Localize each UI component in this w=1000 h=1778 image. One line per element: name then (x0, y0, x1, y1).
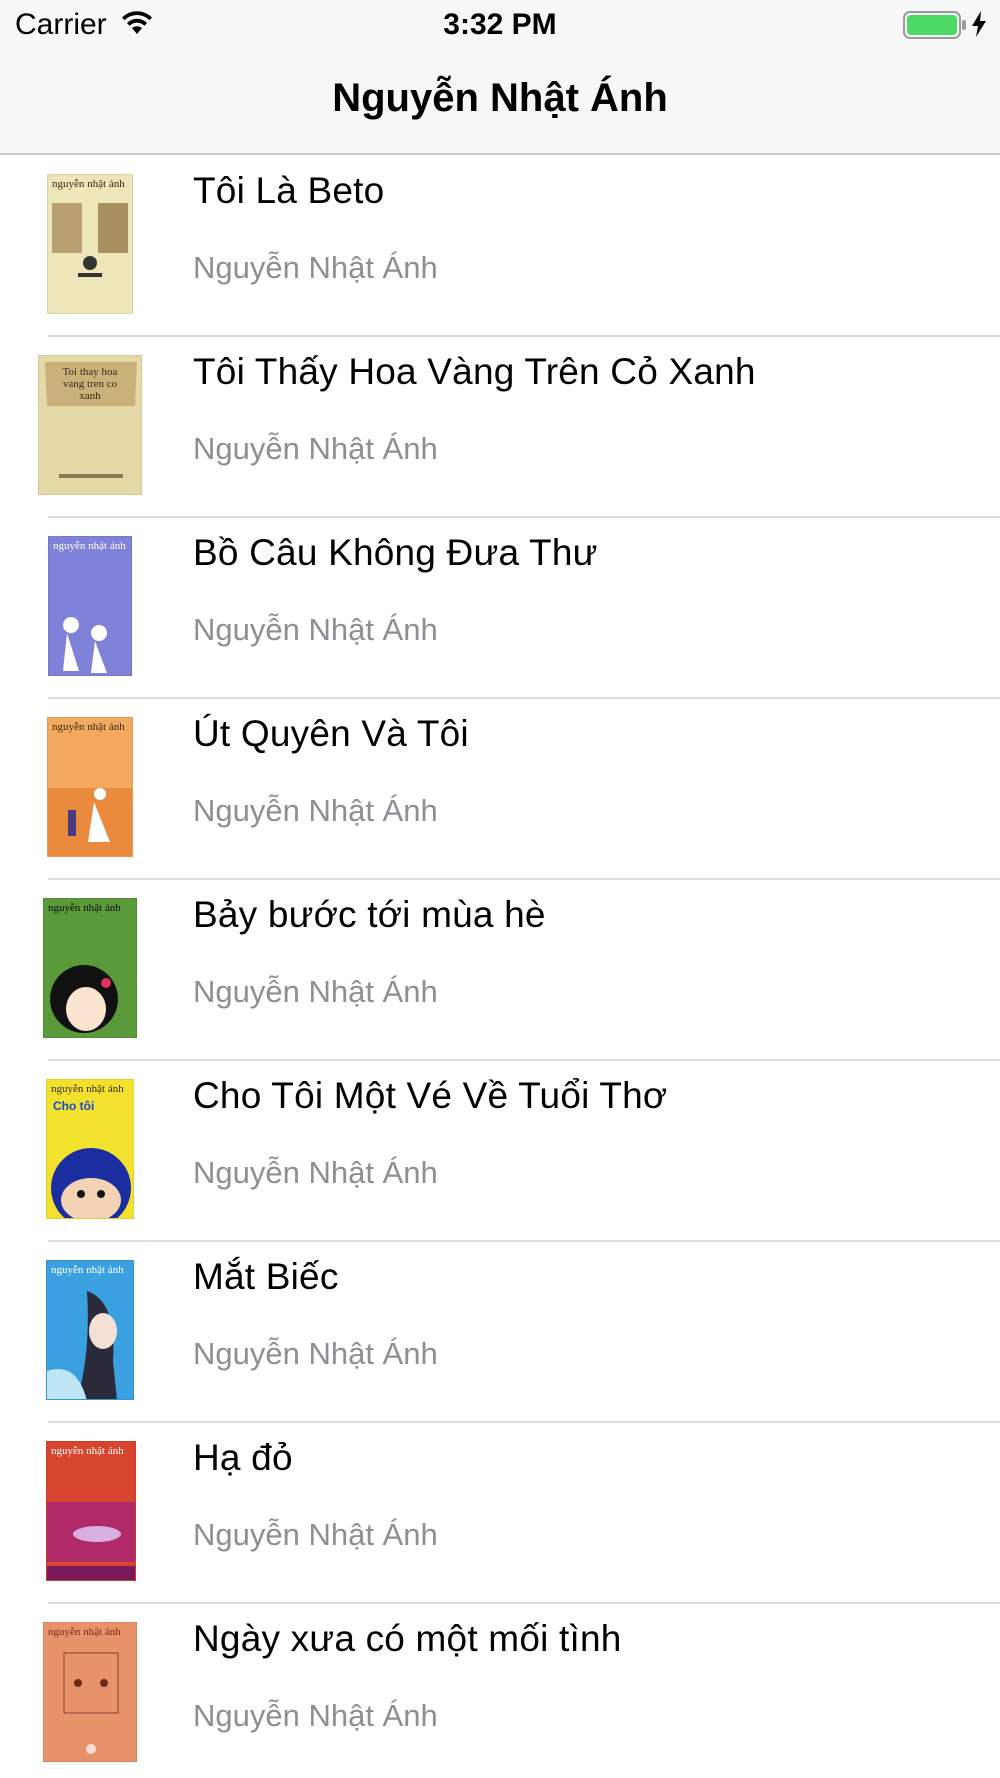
status-bar: Carrier 3:32 PM (0, 0, 1000, 50)
book-title: Bồ Câu Không Đưa Thư (193, 532, 598, 573)
book-author: Nguyễn Nhật Ánh (193, 250, 438, 285)
book-row[interactable]: nguyễn nhật ánh Tôi Là Beto Nguyễn Nhật … (0, 156, 1000, 337)
page-title: Nguyễn Nhật Ánh (332, 76, 668, 120)
cover-caption: nguyễn nhật ánh (51, 1445, 124, 1457)
book-author: Nguyễn Nhật Ánh (193, 793, 438, 828)
book-cover-image: nguyễn nhật ánh (48, 536, 132, 676)
book-list[interactable]: nguyễn nhật ánh Tôi Là Beto Nguyễn Nhật … (0, 156, 1000, 1778)
navigation-bar: Nguyễn Nhật Ánh (0, 50, 1000, 155)
book-cover-image: nguyễn nhật ánh (46, 1441, 136, 1581)
book-title: Út Quyên Và Tôi (193, 713, 469, 754)
book-title: Bảy bước tới mùa hè (193, 894, 546, 935)
book-row[interactable]: Toi thay hoa vang tren co xanh Tôi Thấy … (0, 337, 1000, 518)
book-row[interactable]: nguyễn nhật ánh Út Quyên Và Tôi Nguyễn N… (0, 699, 1000, 880)
book-cover-image: nguyễn nhật ánh (47, 174, 133, 314)
book-author: Nguyễn Nhật Ánh (193, 1155, 438, 1190)
book-row[interactable]: nguyễn nhật ánh Mắt Biếc Nguyễn Nhật Ánh (0, 1242, 1000, 1423)
book-title: Hạ đỏ (193, 1437, 293, 1478)
book-row[interactable]: nguyễn nhật ánh Hạ đỏ Nguyễn Nhật Ánh (0, 1423, 1000, 1604)
svg-text:Cho tôi: Cho tôi (53, 1099, 94, 1113)
cover-caption: nguyễn nhật ánh (52, 178, 125, 190)
book-cover-image: Toi thay hoa vang tren co xanh (38, 355, 142, 495)
book-title: Cho Tôi Một Vé Về Tuổi Thơ (193, 1075, 668, 1116)
book-title: Ngày xưa có một mối tình (193, 1618, 622, 1659)
charging-bolt-icon (970, 10, 988, 43)
book-row[interactable]: nguyễn nhật ánh Ngày xưa có một mối tình… (0, 1604, 1000, 1778)
book-author: Nguyễn Nhật Ánh (193, 1517, 438, 1552)
book-author: Nguyễn Nhật Ánh (193, 974, 438, 1009)
book-title: Tôi Thấy Hoa Vàng Trên Cỏ Xanh (193, 351, 756, 392)
book-author: Nguyễn Nhật Ánh (193, 1698, 438, 1733)
book-row[interactable]: nguyễn nhật ánh Bảy bước tới mùa hè Nguy… (0, 880, 1000, 1061)
cover-caption: nguyễn nhật ánh (48, 902, 121, 914)
cover-caption: nguyễn nhật ánh (52, 721, 125, 733)
book-cover-image: nguyễn nhật ánh (47, 717, 133, 857)
book-cover-image: nguyễn nhật ánh (43, 1622, 137, 1762)
cover-caption: Toi thay hoa vang tren co xanh (62, 366, 118, 402)
book-row[interactable]: nguyễn nhật ánh Bồ Câu Không Đưa Thư Ngu… (0, 518, 1000, 699)
cover-caption: nguyễn nhật ánh (48, 1626, 121, 1638)
cover-caption: nguyễn nhật ánh (53, 540, 126, 552)
book-row[interactable]: Cho tôi nguyễn nhật ánh Cho Tôi Một Vé V… (0, 1061, 1000, 1242)
battery-icon (903, 11, 967, 44)
book-cover-image: nguyễn nhật ánh (43, 898, 137, 1038)
book-title: Mắt Biếc (193, 1256, 339, 1297)
book-cover-image: Cho tôi nguyễn nhật ánh (46, 1079, 134, 1219)
cover-caption: nguyễn nhật ánh (51, 1264, 124, 1276)
book-author: Nguyễn Nhật Ánh (193, 612, 438, 647)
clock: 3:32 PM (443, 8, 557, 41)
cover-caption: nguyễn nhật ánh (51, 1083, 124, 1095)
book-author: Nguyễn Nhật Ánh (193, 431, 438, 466)
book-title: Tôi Là Beto (193, 170, 385, 211)
book-author: Nguyễn Nhật Ánh (193, 1336, 438, 1371)
book-cover-image: nguyễn nhật ánh (46, 1260, 134, 1400)
